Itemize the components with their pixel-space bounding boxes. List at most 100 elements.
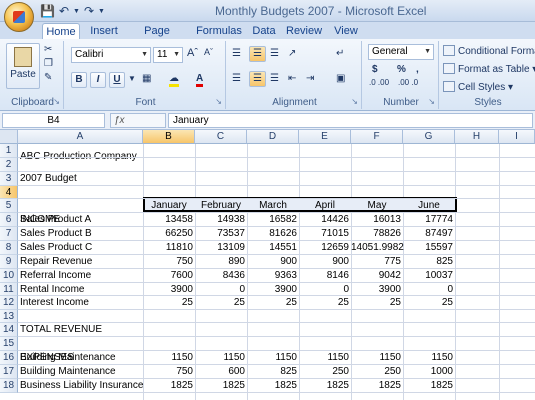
row-header-10[interactable]: 10	[0, 269, 18, 283]
cell-a12[interactable]: Interest Income	[20, 296, 89, 310]
cell-f17[interactable]: 250	[351, 365, 403, 379]
italic-button[interactable]: I	[90, 72, 106, 88]
orientation-icon[interactable]: ↗	[288, 48, 296, 59]
underline-dropdown-icon[interactable]: ▼	[128, 74, 136, 83]
redo-icon[interactable]: ↷	[84, 4, 94, 19]
merge-center-icon[interactable]: ▣	[336, 73, 345, 84]
tab-insert[interactable]: Insert	[86, 23, 122, 39]
cell-a10[interactable]: Referral Income	[20, 269, 91, 283]
grow-font-icon[interactable]: Aˆ	[187, 47, 198, 59]
tab-view[interactable]: View	[332, 23, 360, 39]
row-header-17[interactable]: 17	[0, 365, 18, 379]
fill-color-icon[interactable]: ☁	[169, 73, 179, 87]
tab-page-layout[interactable]: Page Layout	[128, 23, 186, 53]
cell-g7[interactable]: 87497	[403, 227, 455, 241]
cell-c12[interactable]: 25	[195, 296, 247, 310]
cell-d7[interactable]: 81626	[247, 227, 299, 241]
row-header-5[interactable]: 5	[0, 199, 18, 213]
row-header-8[interactable]: 8	[0, 241, 18, 255]
undo-icon[interactable]: ↶	[59, 4, 69, 19]
decrease-indent-icon[interactable]: ⇤	[288, 73, 296, 84]
row-header-1[interactable]: 1	[0, 144, 18, 158]
row-header-9[interactable]: 9	[0, 255, 18, 269]
cell-e6[interactable]: 14426	[299, 213, 351, 227]
cell-c17[interactable]: 600	[195, 365, 247, 379]
number-format-select[interactable]: General ▼	[368, 44, 434, 60]
cell-a7[interactable]: Sales Product B	[20, 227, 92, 241]
cell-b10[interactable]: 7600	[143, 269, 195, 283]
cell-a2[interactable]: 2007 Budget	[20, 172, 77, 186]
cell-g17[interactable]: 1000	[403, 365, 455, 379]
cell-a13[interactable]: TOTAL REVENUE	[20, 323, 102, 337]
tab-formulas[interactable]: Formulas	[195, 23, 243, 39]
column-header-a[interactable]: A	[18, 130, 143, 144]
align-top-icon[interactable]: ☰	[232, 48, 241, 59]
cell-g8[interactable]: 15597	[403, 241, 455, 255]
cell-g11[interactable]: 0	[403, 283, 455, 297]
align-left-icon[interactable]: ☰	[232, 73, 241, 84]
cell-d18[interactable]: 1825	[247, 379, 299, 393]
cell-c10[interactable]: 8436	[195, 269, 247, 283]
cell-b11[interactable]: 3900	[143, 283, 195, 297]
cell-g6[interactable]: 17774	[403, 213, 455, 227]
row-header-6[interactable]: 6	[0, 213, 18, 227]
column-header-g[interactable]: G	[403, 130, 455, 144]
cell-e18[interactable]: 1825	[299, 379, 351, 393]
cell-g10[interactable]: 10037	[403, 269, 455, 283]
cell-f8[interactable]: 14051.9982	[351, 241, 404, 255]
cell-f10[interactable]: 9042	[351, 269, 403, 283]
align-right-icon[interactable]: ☰	[270, 73, 279, 84]
cell-e7[interactable]: 71015	[299, 227, 351, 241]
cut-icon[interactable]: ✂	[44, 44, 52, 55]
cell-c4[interactable]: February	[195, 199, 247, 213]
cell-d9[interactable]: 900	[247, 255, 299, 269]
increase-indent-icon[interactable]: ⇥	[306, 73, 314, 84]
cell-e4[interactable]: April	[299, 199, 351, 213]
cell-e8[interactable]: 12659	[299, 241, 351, 255]
undo-dropdown-icon[interactable]: ▼	[73, 4, 80, 19]
cell-b16[interactable]: 1150	[143, 351, 195, 365]
more-commands-icon[interactable]: ▼	[98, 4, 105, 19]
cell-a6[interactable]: Sales Product A	[20, 213, 91, 227]
row-header-14[interactable]: 14	[0, 323, 18, 337]
wrap-text-icon[interactable]: ↵	[336, 48, 344, 59]
cell-e16[interactable]: 1150	[299, 351, 351, 365]
tab-review[interactable]: Review	[286, 23, 322, 39]
cell-g18[interactable]: 1825	[403, 379, 455, 393]
worksheet-grid[interactable]: A B C D E F G H I ABC Production Company…	[0, 130, 535, 400]
cell-d6[interactable]: 16582	[247, 213, 299, 227]
cell-c18[interactable]: 1825	[195, 379, 247, 393]
column-header-d[interactable]: D	[247, 130, 299, 144]
cell-styles-button[interactable]: Cell Styles ▾	[443, 81, 513, 93]
cell-b7[interactable]: 66250	[143, 227, 195, 241]
cell-f4[interactable]: May	[351, 199, 403, 213]
cell-a17[interactable]: Building Maintenance	[20, 365, 116, 379]
formula-input[interactable]: January	[168, 113, 533, 128]
font-launcher-icon[interactable]: ↘	[215, 97, 222, 106]
name-box[interactable]: B4	[2, 113, 105, 128]
cell-d17[interactable]: 825	[247, 365, 299, 379]
bold-button[interactable]: B	[71, 72, 87, 88]
cell-a16[interactable]: Building Maintenance	[20, 351, 116, 365]
tab-home[interactable]: Home	[42, 23, 80, 39]
font-size-select[interactable]: 11 ▼	[153, 47, 183, 63]
column-header-e[interactable]: E	[299, 130, 351, 144]
save-icon[interactable]: 💾	[40, 4, 55, 19]
font-color-icon[interactable]: A	[196, 73, 204, 87]
cell-b8[interactable]: 11810	[143, 241, 195, 255]
decrease-decimal-button[interactable]: .00 .0	[398, 79, 424, 87]
cell-c16[interactable]: 1150	[195, 351, 247, 365]
cell-a8[interactable]: Sales Product C	[20, 241, 92, 255]
percent-button[interactable]: %	[397, 64, 406, 75]
cell-b18[interactable]: 1825	[143, 379, 195, 393]
format-as-table-button[interactable]: Format as Table ▾	[443, 63, 535, 75]
cell-d4[interactable]: March	[247, 199, 299, 213]
currency-button[interactable]: $	[372, 64, 378, 75]
cell-a9[interactable]: Repair Revenue	[20, 255, 92, 269]
column-header-b[interactable]: B	[143, 130, 195, 144]
cell-f7[interactable]: 78826	[351, 227, 403, 241]
row-header-15[interactable]: 15	[0, 337, 18, 351]
format-painter-icon[interactable]: ✎	[44, 72, 52, 83]
office-button[interactable]	[4, 2, 34, 32]
row-header-18[interactable]: 18	[0, 379, 18, 393]
